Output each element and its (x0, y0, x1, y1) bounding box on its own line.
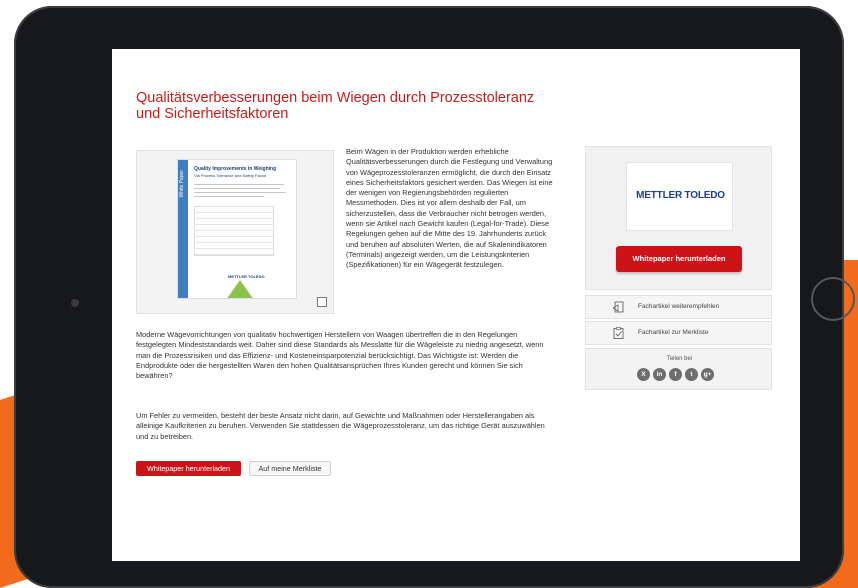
cover-side-band: White Paper (178, 160, 188, 298)
facebook-icon[interactable]: f (669, 368, 682, 381)
cover-title: Quality Improvements in Weighing (194, 166, 277, 172)
google-plus-icon[interactable]: g+ (701, 368, 714, 381)
article-watchlist-link[interactable]: Fachartikel zur Merkliste (585, 321, 772, 345)
tablet-screen: Qualitätsverbesserungen beim Wiegen durc… (112, 49, 800, 561)
cover-text-line (194, 196, 264, 197)
whitepaper-thumbnail[interactable]: White Paper Quality Improvements in Weig… (136, 150, 334, 314)
article-title: Qualitätsverbesserungen beim Wiegen durc… (136, 90, 576, 122)
recommend-article-label: Fachartikel weiterempfehlen (638, 303, 720, 310)
xing-icon[interactable]: X (637, 368, 650, 381)
article-watchlist-label: Fachartikel zur Merkliste (638, 329, 709, 336)
share-icons: X in f t g+ (637, 368, 714, 381)
article-title-line1: Qualitätsverbesserungen beim Wiegen durc… (136, 90, 535, 106)
whitepaper-cover: White Paper Quality Improvements in Weig… (177, 159, 297, 299)
home-button[interactable] (811, 277, 855, 321)
article-paragraph-1: Moderne Wägevorrichtungen von qualitativ… (136, 330, 544, 381)
article-intro: Beim Wägen in der Produktion werden erhe… (346, 147, 553, 270)
sidebar-download-box: METTLER TOLEDO Whitepaper herunterladen (585, 146, 772, 290)
linkedin-icon[interactable]: in (653, 368, 666, 381)
share-label: Teilen bei (666, 356, 693, 362)
camera-icon (71, 299, 79, 307)
add-to-watchlist-button[interactable]: Auf meine Merkliste (249, 461, 331, 476)
cover-text-line (194, 192, 286, 193)
clipboard-check-icon (613, 327, 624, 339)
mettler-toledo-logo: METTLER TOLEDO (626, 162, 733, 231)
cover-contents-table (194, 206, 274, 256)
sidebar-download-button[interactable]: Whitepaper herunterladen (616, 246, 742, 272)
article-paragraph-2: Um Fehler zu vermeiden, besteht der best… (136, 411, 545, 441)
download-whitepaper-button[interactable]: Whitepaper herunterladen (136, 461, 241, 476)
cover-graphic (226, 280, 254, 298)
recommend-article-link[interactable]: Fachartikel weiterempfehlen (585, 295, 772, 319)
recommend-icon (613, 301, 624, 313)
logo-text: METTLER TOLEDO (636, 190, 725, 201)
cover-text-line (194, 184, 284, 185)
cover-band-text: White Paper (179, 170, 185, 198)
article-title-line2: und Sicherheitsfaktoren (136, 106, 289, 122)
cover-text-line (194, 188, 280, 189)
tablet-device-frame: Qualitätsverbesserungen beim Wiegen durc… (14, 6, 855, 588)
cover-subtitle: Via Process Tolerance and Safety Factor (194, 173, 267, 178)
twitter-icon[interactable]: t (685, 368, 698, 381)
cover-logo: METTLER TOLEDO (228, 274, 265, 279)
share-box: Teilen bei X in f t g+ (585, 348, 772, 390)
expand-icon[interactable] (317, 297, 327, 307)
